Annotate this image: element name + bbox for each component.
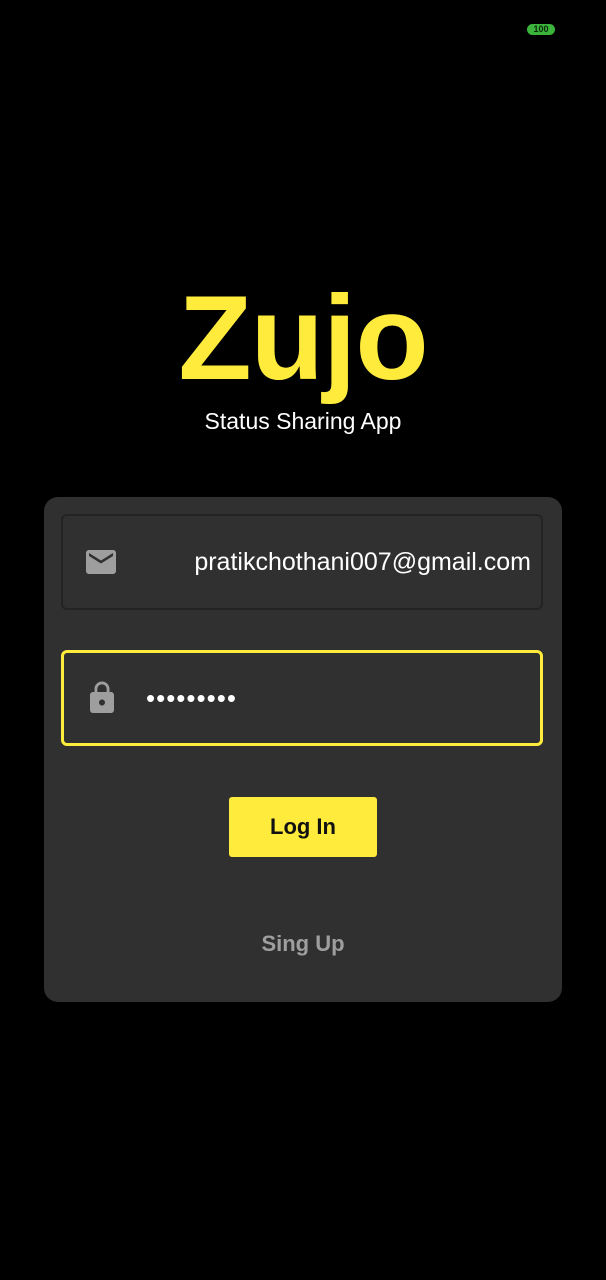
password-value[interactable]: ••••••••• bbox=[146, 653, 530, 743]
app-logo: Zujo bbox=[178, 271, 428, 405]
email-field[interactable]: pratikchothani007@gmail.com bbox=[61, 514, 543, 610]
login-button[interactable]: Log In bbox=[229, 797, 377, 857]
app-tagline: Status Sharing App bbox=[204, 408, 402, 434]
login-card: pratikchothani007@gmail.com ••••••••• Lo… bbox=[44, 497, 562, 1002]
battery-indicator: 100 bbox=[527, 24, 555, 35]
lock-icon bbox=[90, 681, 114, 713]
status-bar: 100 bbox=[0, 0, 606, 60]
brand-header: Zujo Status Sharing App bbox=[0, 268, 606, 436]
email-value[interactable]: pratikchothani007@gmail.com bbox=[145, 516, 531, 608]
password-field[interactable]: ••••••••• bbox=[61, 650, 543, 746]
mail-icon bbox=[86, 550, 116, 574]
signup-link[interactable]: Sing Up bbox=[44, 929, 562, 959]
